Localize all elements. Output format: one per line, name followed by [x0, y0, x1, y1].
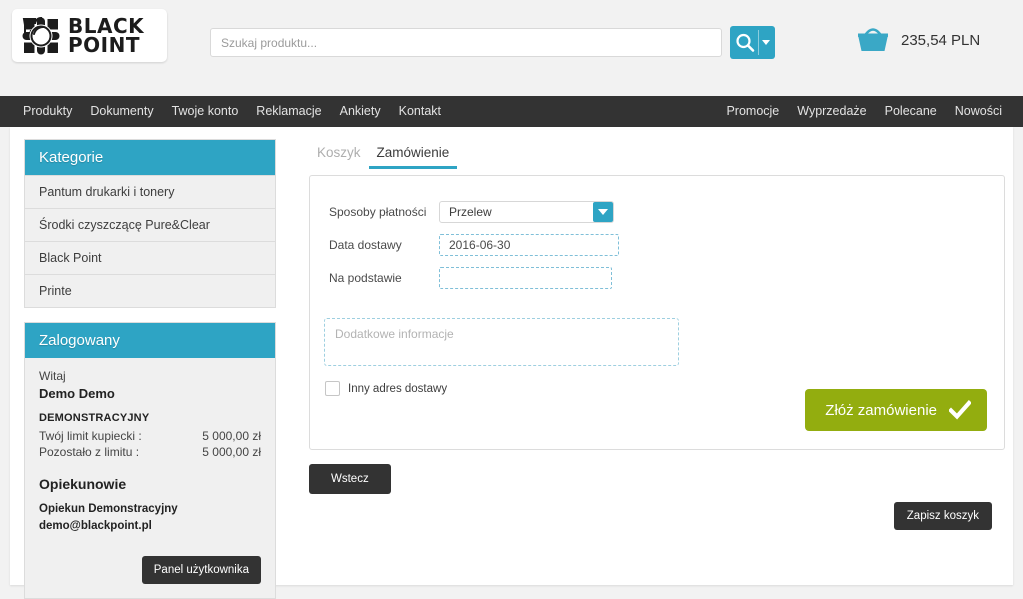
site-logo[interactable]: BLACK POINT — [12, 9, 167, 62]
sidebar-item-pureclear[interactable]: Środki czyszczącę Pure&Clear — [25, 208, 275, 241]
content-area: Kategorie Pantum drukarki i tonery Środk… — [10, 127, 1013, 599]
order-form-panel: Sposoby płatności Przelew Data dostawy N… — [309, 175, 1005, 450]
categories-title: Kategorie — [25, 140, 275, 175]
search-button[interactable] — [730, 26, 775, 59]
user-remaining-label: Pozostało z limitu : — [39, 445, 140, 459]
nav-item-polecane[interactable]: Polecane — [876, 96, 946, 127]
delivery-date-row: Data dostawy — [329, 234, 1004, 256]
chevron-down-icon[interactable] — [593, 202, 613, 222]
user-limit-value: 5 000,00 zł — [202, 429, 261, 443]
main-navigation: Produkty Dokumenty Twoje konto Reklamacj… — [0, 96, 1023, 127]
back-button[interactable]: Wstecz — [309, 464, 391, 494]
tab-zamowienie[interactable]: Zamówienie — [368, 145, 458, 169]
nav-item-promocje[interactable]: Promocje — [717, 96, 788, 127]
user-panel-actions: Panel użytkownika — [39, 556, 261, 585]
cart-summary[interactable]: 235,54 PLN — [855, 25, 980, 55]
user-panel-button[interactable]: Panel użytkownika — [141, 556, 261, 585]
save-cart-wrap: Zapisz koszyk — [893, 502, 992, 530]
guardians-title: Opiekunowie — [39, 476, 127, 492]
guardian-email: demo@blackpoint.pl — [39, 519, 152, 532]
nav-right-group: Promocje Wyprzedaże Polecane Nowości — [717, 96, 1011, 127]
check-icon — [949, 400, 971, 420]
logo-line-2: POINT — [68, 32, 140, 57]
submit-order-label: Złóż zamówienie — [825, 401, 937, 419]
payment-method-row: Sposoby płatności Przelew — [329, 201, 1004, 223]
caret-down-icon — [762, 40, 770, 45]
order-form-fields: Sposoby płatności Przelew Data dostawy N… — [310, 176, 1004, 289]
logo-wordmark: BLACK POINT — [68, 16, 144, 57]
nav-left-group: Produkty Dokumenty Twoje konto Reklamacj… — [14, 96, 450, 127]
search-button-divider — [758, 30, 759, 55]
other-address-label[interactable]: Inny adres dostawy — [348, 383, 447, 395]
nav-item-twoje-konto[interactable]: Twoje konto — [163, 96, 248, 127]
sidebar: Kategorie Pantum drukarki i tonery Środk… — [24, 139, 276, 599]
user-greeting: Witaj — [39, 369, 66, 383]
sidebar-item-pantum[interactable]: Pantum drukarki i tonery — [25, 175, 275, 208]
payment-method-select[interactable]: Przelew — [439, 201, 614, 223]
payment-method-value[interactable]: Przelew — [439, 201, 614, 223]
nav-item-ankiety[interactable]: Ankiety — [331, 96, 390, 127]
page-root: BLACK POINT 235,54 PLN Produkty — [0, 0, 1023, 599]
shopping-basket-icon — [858, 28, 888, 51]
user-panel-title: Zalogowany — [25, 323, 275, 358]
save-cart-button[interactable]: Zapisz koszyk — [893, 502, 992, 530]
nav-item-kontakt[interactable]: Kontakt — [390, 96, 450, 127]
main-column: Koszyk Zamówienie Sposoby płatności Prze… — [299, 139, 1005, 530]
user-remaining-value: 5 000,00 zł — [202, 445, 261, 459]
cart-total: 235,54 PLN — [901, 31, 981, 49]
search-input[interactable] — [210, 28, 722, 57]
basis-row: Na podstawie — [329, 267, 1004, 289]
basis-input[interactable] — [439, 267, 612, 289]
nav-item-produkty[interactable]: Produkty — [14, 96, 81, 127]
user-limit-row: Twój limit kupiecki : 5 000,00 zł — [39, 428, 261, 444]
sidebar-item-printe[interactable]: Printe — [25, 274, 275, 307]
delivery-date-input[interactable] — [439, 234, 619, 256]
user-remaining-row: Pozostało z limitu : 5 000,00 zł — [39, 444, 261, 460]
categories-panel: Kategorie Pantum drukarki i tonery Środk… — [24, 139, 276, 308]
additional-info-textarea[interactable] — [324, 318, 679, 366]
basis-label: Na podstawie — [329, 271, 402, 285]
tab-koszyk[interactable]: Koszyk — [309, 145, 369, 169]
order-tabs: Koszyk Zamówienie — [299, 139, 999, 169]
other-address-checkbox[interactable] — [325, 381, 340, 396]
nav-item-nowosci[interactable]: Nowości — [946, 96, 1011, 127]
guardian-name: Opiekun Demonstracyjny — [39, 503, 178, 515]
user-panel: Zalogowany Witaj Demo Demo DEMONSTRACYJN… — [24, 322, 276, 599]
nav-item-wyprzedaze[interactable]: Wyprzedaże — [788, 96, 875, 127]
nav-item-dokumenty[interactable]: Dokumenty — [81, 96, 162, 127]
payment-method-label: Sposoby płatności — [329, 205, 427, 219]
user-name: Demo Demo — [39, 386, 115, 401]
user-panel-body: Witaj Demo Demo DEMONSTRACYJNY Twój limi… — [25, 358, 275, 598]
delivery-date-label: Data dostawy — [329, 238, 402, 252]
submit-order-button[interactable]: Złóż zamówienie — [805, 389, 987, 431]
site-header: BLACK POINT 235,54 PLN — [0, 0, 1023, 84]
nav-item-reklamacje[interactable]: Reklamacje — [247, 96, 330, 127]
sidebar-item-black-point[interactable]: Black Point — [25, 241, 275, 274]
user-limit-label: Twój limit kupiecki : — [39, 429, 142, 443]
blackpoint-flower-logo-icon — [22, 16, 60, 54]
user-account-type: DEMONSTRACYJNY — [39, 412, 150, 424]
search-icon — [736, 33, 755, 52]
